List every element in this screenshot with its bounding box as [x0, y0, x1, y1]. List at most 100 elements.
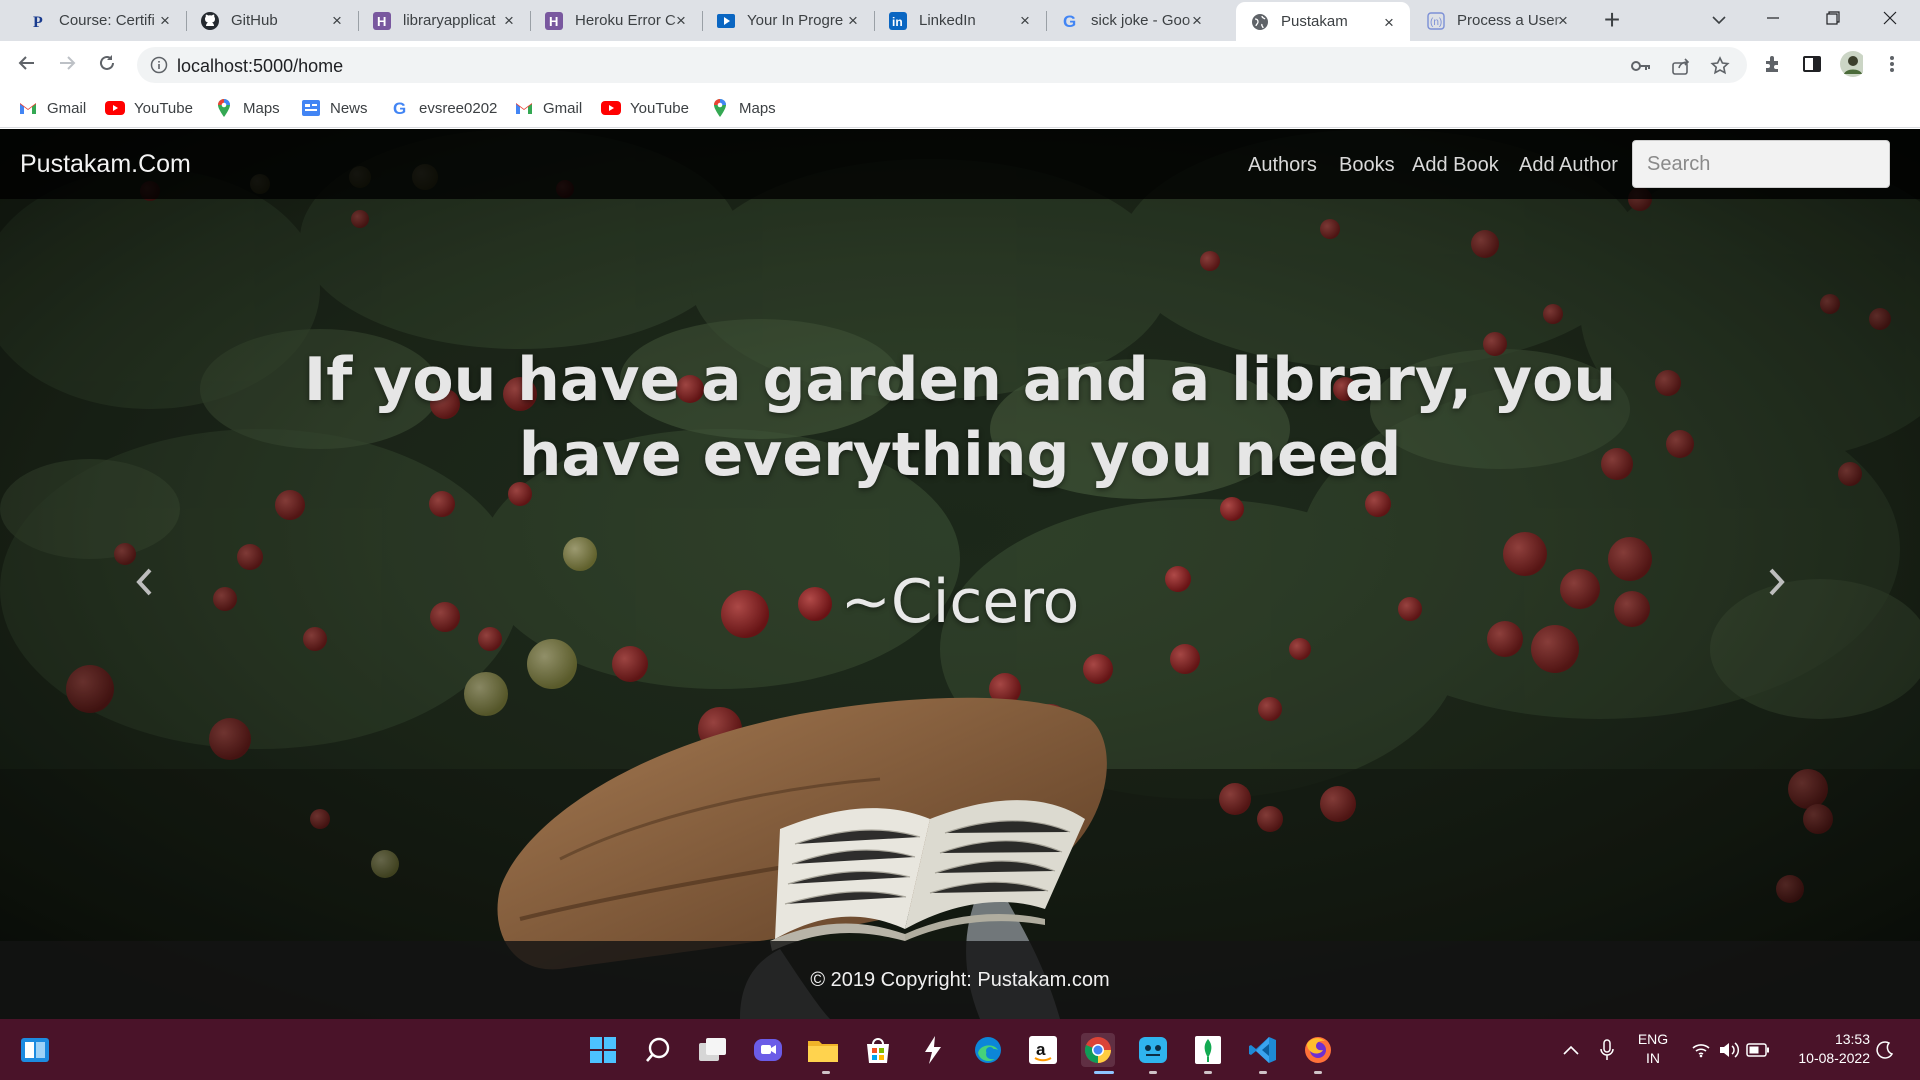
close-icon[interactable]: × [672, 12, 690, 30]
chevron-up-icon[interactable] [1554, 1033, 1588, 1067]
vscode-icon[interactable] [1246, 1033, 1280, 1067]
notification-icon[interactable] [1870, 1033, 1900, 1067]
language-indicator[interactable]: ENG IN [1628, 1030, 1678, 1068]
close-window-button[interactable] [1866, 0, 1914, 41]
mongodb-icon[interactable] [1191, 1033, 1225, 1067]
carousel-prev-button[interactable] [115, 554, 175, 614]
site-brand[interactable]: Pustakam.Com [20, 150, 191, 179]
restore-button[interactable] [1809, 0, 1857, 41]
start-icon[interactable] [586, 1033, 620, 1067]
edge-icon[interactable] [971, 1033, 1005, 1067]
region-text: IN [1646, 1050, 1660, 1066]
close-icon[interactable]: × [328, 12, 346, 30]
heroku-icon: H [372, 11, 392, 31]
svg-text:G: G [393, 99, 406, 117]
youtube-icon [601, 98, 621, 118]
tab-title: Pustakam [1281, 13, 1348, 30]
svg-text:P: P [33, 14, 43, 29]
nav-link-books[interactable]: Books [1339, 154, 1395, 177]
tab-search-button[interactable] [1695, 0, 1743, 41]
google-icon: G [390, 98, 410, 118]
tab-github[interactable]: GitHub × [186, 0, 359, 41]
new-tab-button[interactable]: + [1597, 6, 1627, 36]
tab-pustakam[interactable]: Pustakam × [1236, 2, 1410, 41]
search-icon[interactable] [641, 1033, 675, 1067]
tab-heroku-error[interactable]: H Heroku Error C × [530, 0, 703, 41]
bookmark-evsree[interactable]: G evsree0202 [390, 96, 497, 120]
side-panel-icon[interactable] [1800, 52, 1824, 76]
linkedin-icon: in [888, 11, 908, 31]
tab-process-user[interactable]: (n) Process a User × [1412, 0, 1584, 41]
close-icon[interactable]: × [1380, 14, 1398, 32]
video-icon [716, 11, 736, 31]
bookmark-youtube[interactable]: YouTube [105, 96, 193, 120]
app-icon[interactable] [1136, 1033, 1170, 1067]
address-bar[interactable]: localhost:5000/home [137, 47, 1747, 83]
restore-icon [1826, 11, 1840, 30]
bookmark-gmail[interactable]: Gmail [18, 96, 86, 120]
reload-icon [98, 54, 116, 77]
bookmark-gmail-2[interactable]: Gmail [514, 96, 582, 120]
n-icon: (n) [1426, 11, 1446, 31]
close-icon[interactable]: × [1016, 12, 1034, 30]
bookmark-news[interactable]: News [301, 96, 368, 120]
nav-link-add-author[interactable]: Add Author [1519, 154, 1618, 177]
firefox-icon[interactable] [1301, 1033, 1335, 1067]
minimize-button[interactable] [1749, 0, 1797, 41]
reload-button[interactable] [92, 50, 122, 80]
close-icon[interactable]: × [156, 12, 174, 30]
tab-linkedin[interactable]: in LinkedIn × [874, 0, 1047, 41]
extensions-icon[interactable] [1761, 52, 1785, 76]
running-indicator [1314, 1071, 1322, 1074]
active-indicator [1094, 1071, 1114, 1074]
amazon-icon[interactable]: a [1026, 1033, 1060, 1067]
tab-in-progress[interactable]: Your In Progre × [702, 0, 875, 41]
tab-libraryapplication[interactable]: H libraryapplicat × [358, 0, 531, 41]
nav-link-add-book[interactable]: Add Book [1412, 154, 1499, 177]
widgets-icon[interactable] [18, 1033, 52, 1067]
bookmark-label: Maps [739, 99, 776, 117]
running-indicator [822, 1071, 830, 1074]
clock-date: 10-08-2022 [1798, 1050, 1870, 1066]
teams-chat-icon[interactable] [751, 1033, 785, 1067]
bookmark-maps-2[interactable]: Maps [710, 96, 776, 120]
language-text: ENG [1637, 1031, 1669, 1047]
app-icon[interactable] [916, 1033, 950, 1067]
file-explorer-icon[interactable] [806, 1033, 840, 1067]
bookmarks-bar: Gmail YouTube Maps News G evsree0202 Gma… [0, 88, 1920, 128]
store-icon[interactable] [861, 1033, 895, 1067]
footer-copyright: © 2019 Copyright: Pustakam.com [810, 969, 1110, 991]
globe-icon [1250, 12, 1270, 32]
close-icon[interactable]: × [500, 12, 518, 30]
back-button[interactable] [12, 50, 42, 80]
avatar[interactable] [1839, 51, 1863, 77]
news-icon [301, 98, 321, 118]
bookmark-youtube-2[interactable]: YouTube [601, 96, 689, 120]
microphone-icon[interactable] [1590, 1033, 1624, 1067]
info-icon[interactable] [149, 55, 169, 75]
tab-google-search[interactable]: G sick joke - Goo × [1046, 0, 1218, 41]
close-icon[interactable]: × [1188, 12, 1206, 30]
more-menu-icon[interactable] [1880, 52, 1904, 76]
close-icon[interactable]: × [1554, 12, 1572, 30]
bookmark-label: YouTube [630, 99, 689, 117]
battery-icon[interactable] [1741, 1033, 1775, 1067]
nav-link-authors[interactable]: Authors [1248, 154, 1317, 177]
key-icon[interactable] [1630, 55, 1652, 77]
bookmark-maps[interactable]: Maps [214, 96, 280, 120]
chrome-icon[interactable] [1081, 1033, 1115, 1067]
star-icon[interactable] [1709, 55, 1731, 77]
search-input[interactable] [1632, 140, 1890, 188]
tab-course[interactable]: P Course: Certifi × [14, 0, 187, 41]
share-icon[interactable] [1670, 55, 1692, 77]
clock[interactable]: 13:53 10-08-2022 [1780, 1030, 1870, 1068]
running-indicator [1204, 1071, 1212, 1074]
heroku-icon: H [544, 11, 564, 31]
bookmark-label: Gmail [543, 99, 583, 117]
forward-button[interactable] [52, 50, 82, 80]
svg-text:(n): (n) [1430, 17, 1442, 28]
task-view-icon[interactable] [696, 1033, 730, 1067]
carousel-next-button[interactable] [1746, 554, 1806, 614]
page-viewport: Pustakam.Com Authors Books Add Book Add … [0, 129, 1920, 1019]
close-icon[interactable]: × [844, 12, 862, 30]
